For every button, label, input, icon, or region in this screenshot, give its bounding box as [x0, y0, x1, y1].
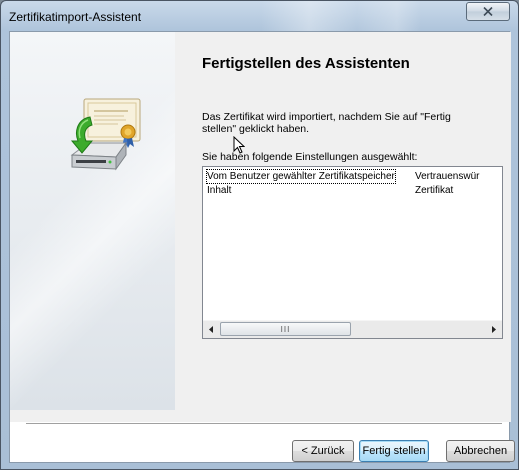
import-description: Das Zertifikat wird importiert, nachdem …	[202, 111, 451, 135]
arrow-left-icon	[209, 326, 213, 333]
certificate-import-icon	[70, 98, 141, 171]
scroll-left-button[interactable]	[203, 321, 220, 338]
wizard-window: Zertifikatimport-Assistent Fertigstellen…	[0, 0, 519, 470]
cancel-button[interactable]: Abbrechen	[446, 440, 515, 462]
list-item[interactable]: Vom Benutzer gewählter Zertifikatspeiche…	[203, 169, 502, 184]
wizard-side-panel	[10, 32, 175, 410]
window-title: Zertifikatimport-Assistent	[9, 10, 142, 24]
scroll-right-button[interactable]	[485, 321, 502, 338]
setting-name: Vom Benutzer gewählter Zertifikatspeiche…	[206, 169, 396, 184]
scrollbar-thumb[interactable]: III	[220, 322, 351, 336]
list-item[interactable]: Inhalt Zertifikat	[203, 184, 502, 197]
mouse-cursor-icon	[233, 136, 245, 154]
button-separator	[26, 423, 502, 425]
horizontal-scrollbar[interactable]: III	[203, 320, 502, 338]
close-button[interactable]	[466, 2, 510, 21]
setting-name: Inhalt	[207, 185, 232, 196]
page-heading: Fertigstellen des Assistenten	[202, 55, 410, 72]
settings-list[interactable]: Vom Benutzer gewählter Zertifikatspeiche…	[202, 166, 503, 339]
title-bar[interactable]: Zertifikatimport-Assistent	[1, 1, 518, 35]
finish-button[interactable]: Fertig stellen	[359, 440, 429, 462]
scrollbar-grip: III	[280, 324, 291, 334]
arrow-right-icon	[492, 326, 496, 333]
setting-value: Zertifikat	[415, 185, 454, 196]
back-button[interactable]: < Zurück	[292, 440, 354, 462]
wizard-client-area: Fertigstellen des Assistenten Das Zertif…	[9, 31, 515, 463]
close-icon	[483, 7, 493, 16]
setting-value: Vertrauenswür	[415, 171, 480, 182]
